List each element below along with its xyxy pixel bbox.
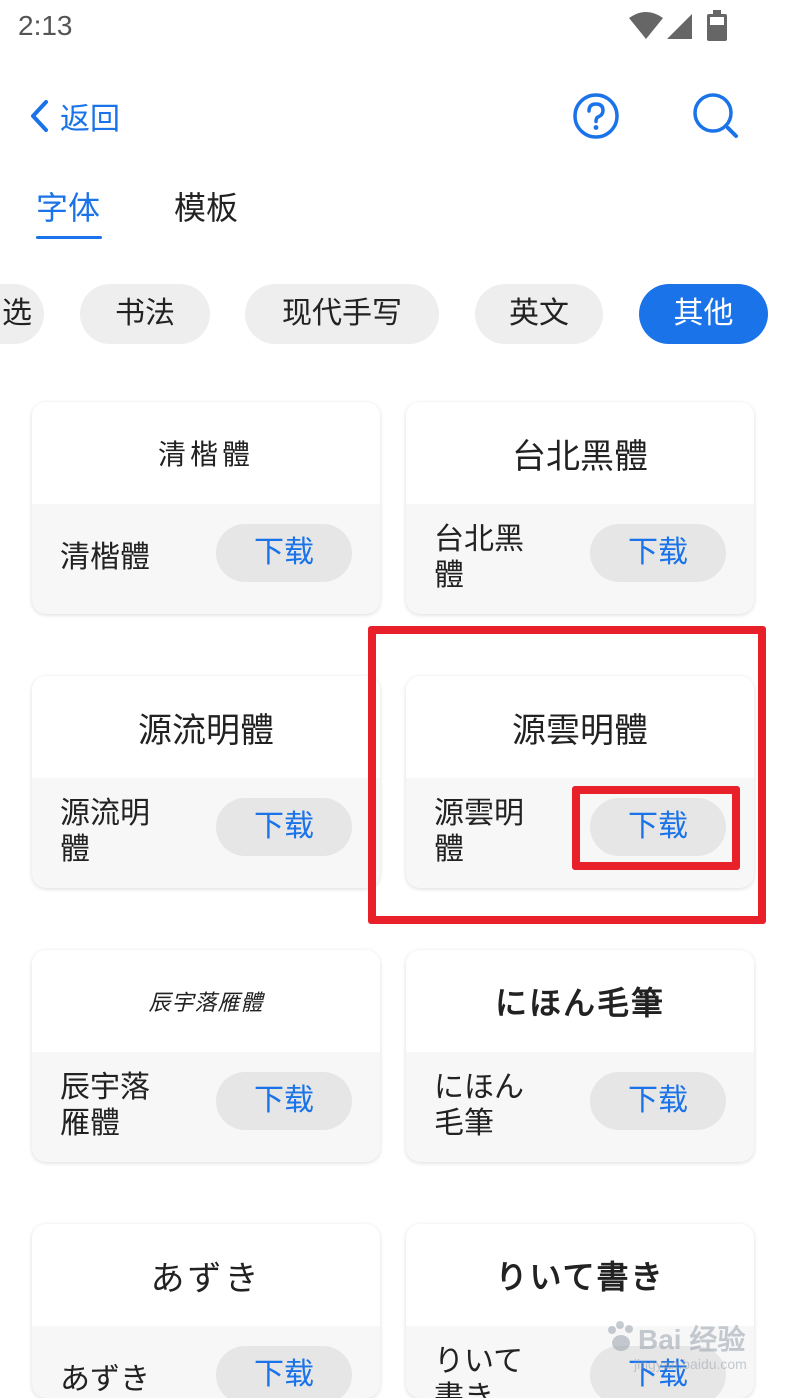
font-preview: 台北黑體 (406, 402, 754, 504)
header-bar: 返回 (0, 80, 786, 152)
chip-english[interactable]: 英文 (475, 284, 603, 344)
font-card-azuki[interactable]: あずき あずき 下载 (32, 1224, 380, 1398)
highlight-box-card (368, 626, 766, 924)
font-preview: にほん毛筆 (406, 950, 754, 1052)
font-name: 清楷體 (60, 540, 150, 575)
font-name: にほん毛筆 (434, 1070, 524, 1141)
download-button[interactable]: 下载 (216, 798, 352, 856)
watermark-text: Bai 经验 (638, 1324, 746, 1355)
font-card-taipei-hei[interactable]: 台北黑體 台北黑體 下载 (406, 402, 754, 614)
download-button[interactable]: 下载 (590, 524, 726, 582)
font-preview: 清楷體 (32, 402, 380, 504)
back-label: 返回 (60, 102, 120, 137)
font-name: りいて書き (434, 1344, 524, 1398)
signal-icon (667, 14, 692, 39)
watermark-url: jingyan.baidu.com (634, 1356, 747, 1372)
font-card-chenyu-luoyan[interactable]: 辰宇落雁體 辰宇落雁體 下载 (32, 950, 380, 1162)
tab-active-indicator (36, 236, 102, 239)
chip-calligraphy[interactable]: 书法 (80, 284, 210, 344)
font-preview: りいて書き (406, 1224, 754, 1326)
category-chips: 选 书法 现代手写 英文 其他 (0, 284, 786, 346)
baidu-watermark: Bai 经验 jingyan.baidu.com (604, 1314, 774, 1390)
font-name: 台北黑體 (434, 522, 524, 593)
font-name: あずき (60, 1362, 150, 1397)
question-circle-icon[interactable] (572, 92, 620, 140)
download-button[interactable]: 下载 (590, 1072, 726, 1130)
font-card-qingkai[interactable]: 清楷體 清楷體 下载 (32, 402, 380, 614)
paw-logo-icon (608, 1321, 633, 1351)
font-preview: 辰宇落雁體 (32, 950, 380, 1052)
download-button[interactable]: 下载 (216, 1346, 352, 1398)
back-button[interactable]: 返回 (28, 94, 120, 138)
font-card-yuanliu-ming[interactable]: 源流明體 源流明體 下载 (32, 676, 380, 888)
battery-icon (707, 10, 727, 41)
chip-other[interactable]: 其他 (639, 284, 768, 344)
tab-bar: 字体 模板 (0, 182, 786, 246)
status-time: 2:13 (18, 10, 73, 41)
font-preview: 源流明體 (32, 676, 380, 778)
chevron-left-icon (31, 100, 48, 132)
search-icon[interactable] (690, 90, 742, 142)
chip-modern-handwriting[interactable]: 现代手写 (245, 284, 439, 344)
status-bar: 2:13 (0, 0, 786, 56)
tab-templates[interactable]: 模板 (174, 182, 238, 240)
tab-fonts[interactable]: 字体 (36, 182, 100, 240)
font-name: 辰宇落雁體 (60, 1070, 150, 1141)
font-card-nihon-mouhitsu[interactable]: にほん毛筆 にほん毛筆 下载 (406, 950, 754, 1162)
download-button[interactable]: 下载 (216, 1072, 352, 1130)
download-button[interactable]: 下载 (216, 524, 352, 582)
font-name: 源流明體 (60, 796, 150, 867)
highlight-box-download (572, 786, 740, 870)
wifi-icon (629, 12, 663, 39)
chip-partial[interactable]: 选 (0, 284, 44, 344)
font-preview: あずき (32, 1224, 380, 1326)
